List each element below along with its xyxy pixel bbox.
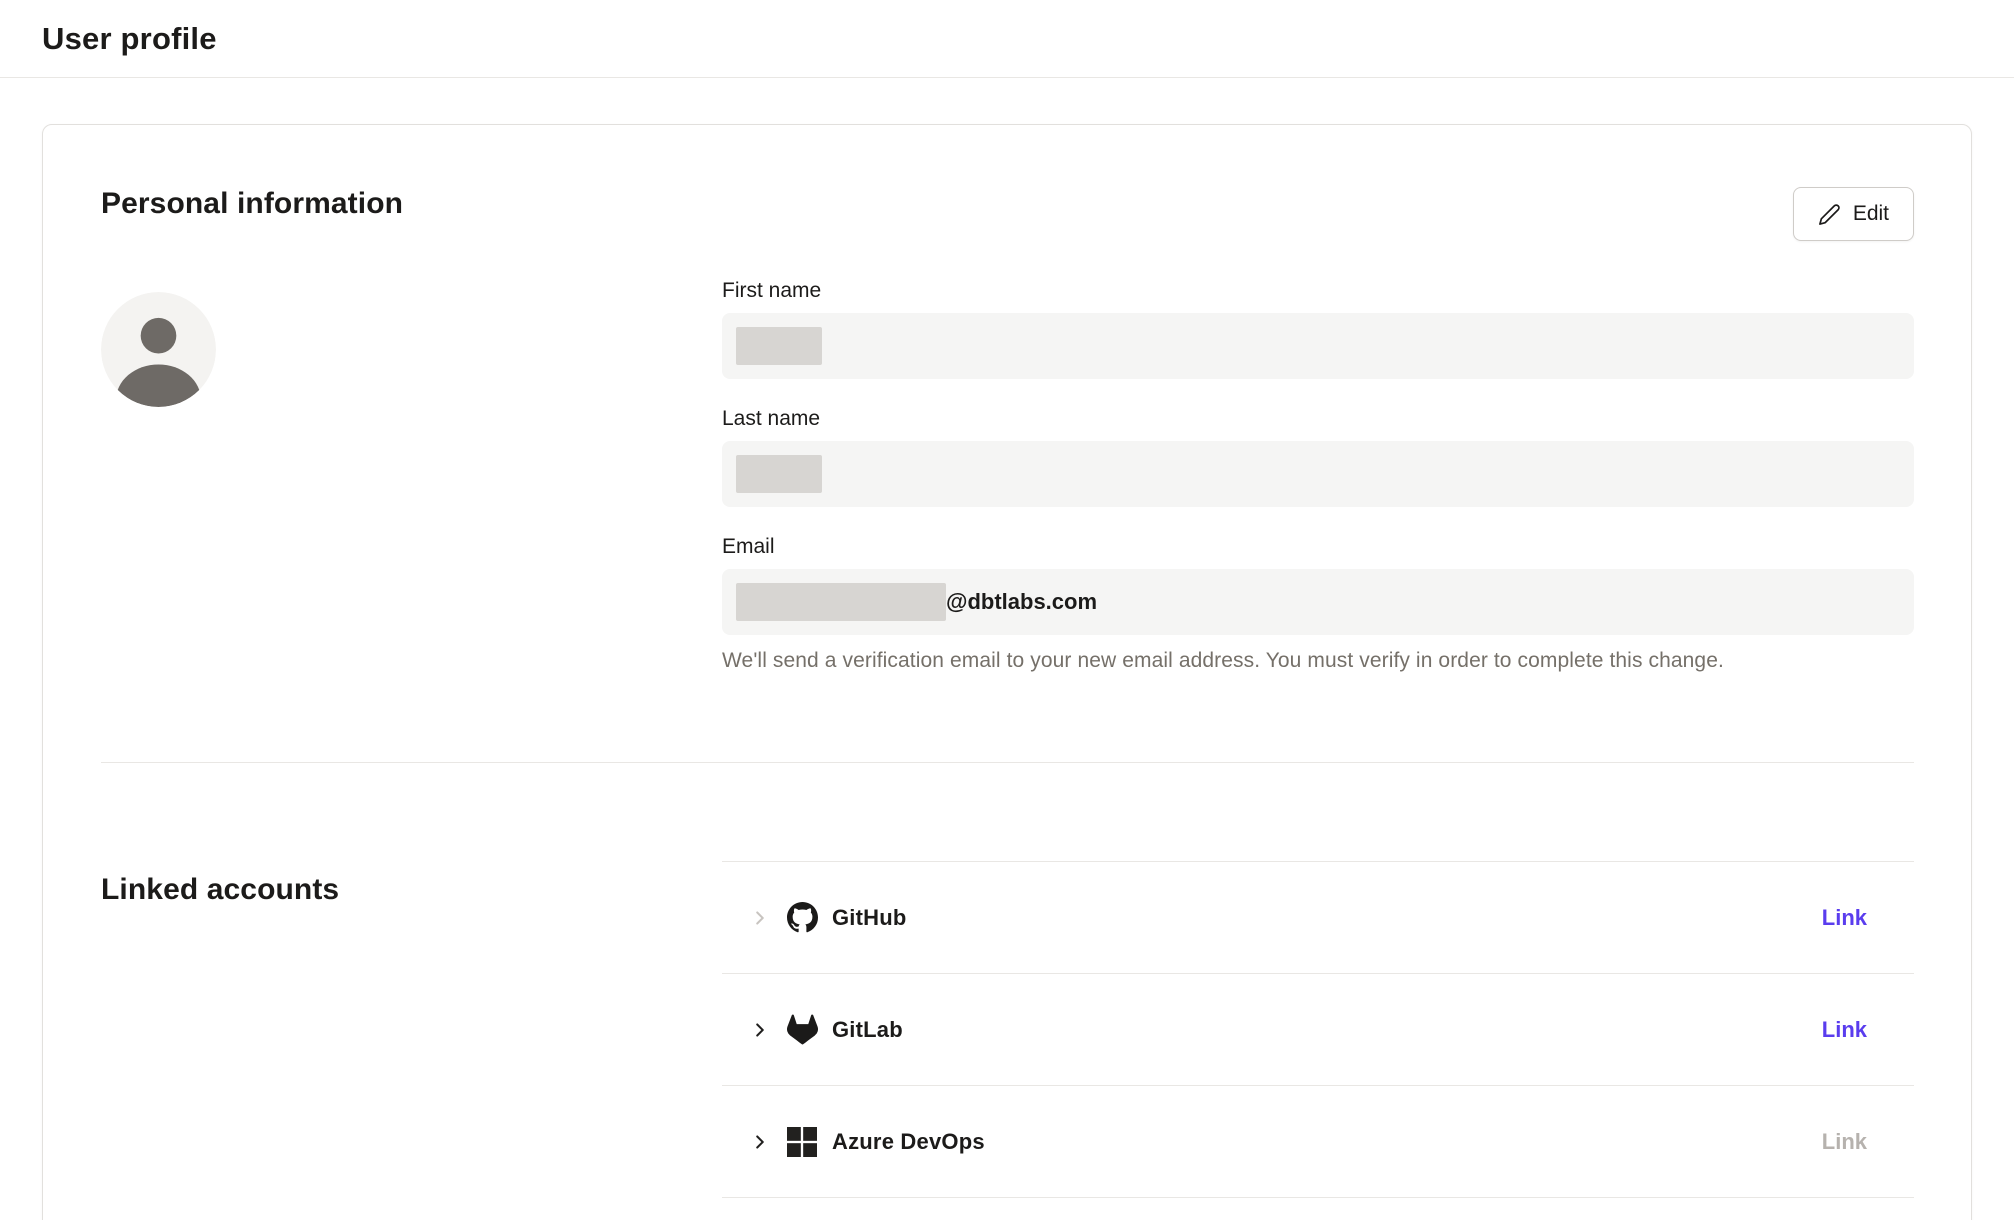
- profile-card: Personal information Edit: [42, 124, 1972, 1220]
- provider-name: GitLab: [832, 1017, 903, 1043]
- linked-accounts-list: GitHub Link GitLab Link: [722, 861, 1914, 1198]
- avatar-head: [141, 318, 177, 354]
- gitlab-link-action[interactable]: Link: [1822, 1017, 1867, 1043]
- linked-accounts-heading-column: Linked accounts: [101, 861, 722, 1198]
- azure-devops-link-action-disabled: Link: [1822, 1129, 1867, 1155]
- chevron-right-icon[interactable]: [746, 1016, 774, 1044]
- email-input: @dbtlabs.com: [722, 569, 1914, 635]
- edit-button-label: Edit: [1853, 202, 1889, 226]
- provider-name: GitHub: [832, 905, 907, 931]
- user-profile-page: User profile Personal information Edit: [0, 0, 2014, 1220]
- azure-devops-icon: [786, 1126, 818, 1158]
- avatar: [101, 292, 216, 407]
- edit-button[interactable]: Edit: [1793, 187, 1914, 241]
- chevron-right-icon[interactable]: [746, 904, 774, 932]
- provider-name: Azure DevOps: [832, 1129, 985, 1155]
- first-name-input: [722, 313, 1914, 379]
- personal-info-body: First name Last name Email @dbtlabs.com: [101, 279, 1914, 673]
- last-name-redacted-value: [736, 455, 822, 493]
- email-helper-text: We'll send a verification email to your …: [722, 649, 1914, 673]
- linked-account-row-azure-devops: Azure DevOps Link: [722, 1086, 1914, 1198]
- page-header: User profile: [0, 0, 2014, 78]
- section-divider: [101, 762, 1914, 763]
- github-icon: [786, 902, 818, 934]
- first-name-label: First name: [722, 279, 1914, 303]
- chevron-right-icon[interactable]: [746, 1128, 774, 1156]
- page-title: User profile: [42, 21, 217, 57]
- last-name-field-group: Last name: [722, 407, 1914, 507]
- fields-column: First name Last name Email @dbtlabs.com: [722, 279, 1914, 673]
- gitlab-icon: [786, 1014, 818, 1046]
- email-domain-suffix: @dbtlabs.com: [946, 589, 1097, 615]
- linked-account-row-gitlab: GitLab Link: [722, 974, 1914, 1086]
- last-name-label: Last name: [722, 407, 1914, 431]
- personal-info-header: Personal information Edit: [101, 187, 1914, 241]
- first-name-field-group: First name: [722, 279, 1914, 379]
- email-redacted-value: [736, 583, 946, 621]
- linked-account-row-github: GitHub Link: [722, 862, 1914, 974]
- personal-info-heading: Personal information: [101, 187, 403, 221]
- pencil-icon: [1818, 203, 1841, 226]
- avatar-column: [101, 279, 722, 673]
- email-label: Email: [722, 535, 1914, 559]
- last-name-input: [722, 441, 1914, 507]
- github-link-action[interactable]: Link: [1822, 905, 1867, 931]
- linked-accounts-heading: Linked accounts: [101, 873, 722, 907]
- linked-accounts-section: Linked accounts GitHub Link: [101, 861, 1914, 1198]
- first-name-redacted-value: [736, 327, 822, 365]
- email-field-group: Email @dbtlabs.com We'll send a verifica…: [722, 535, 1914, 673]
